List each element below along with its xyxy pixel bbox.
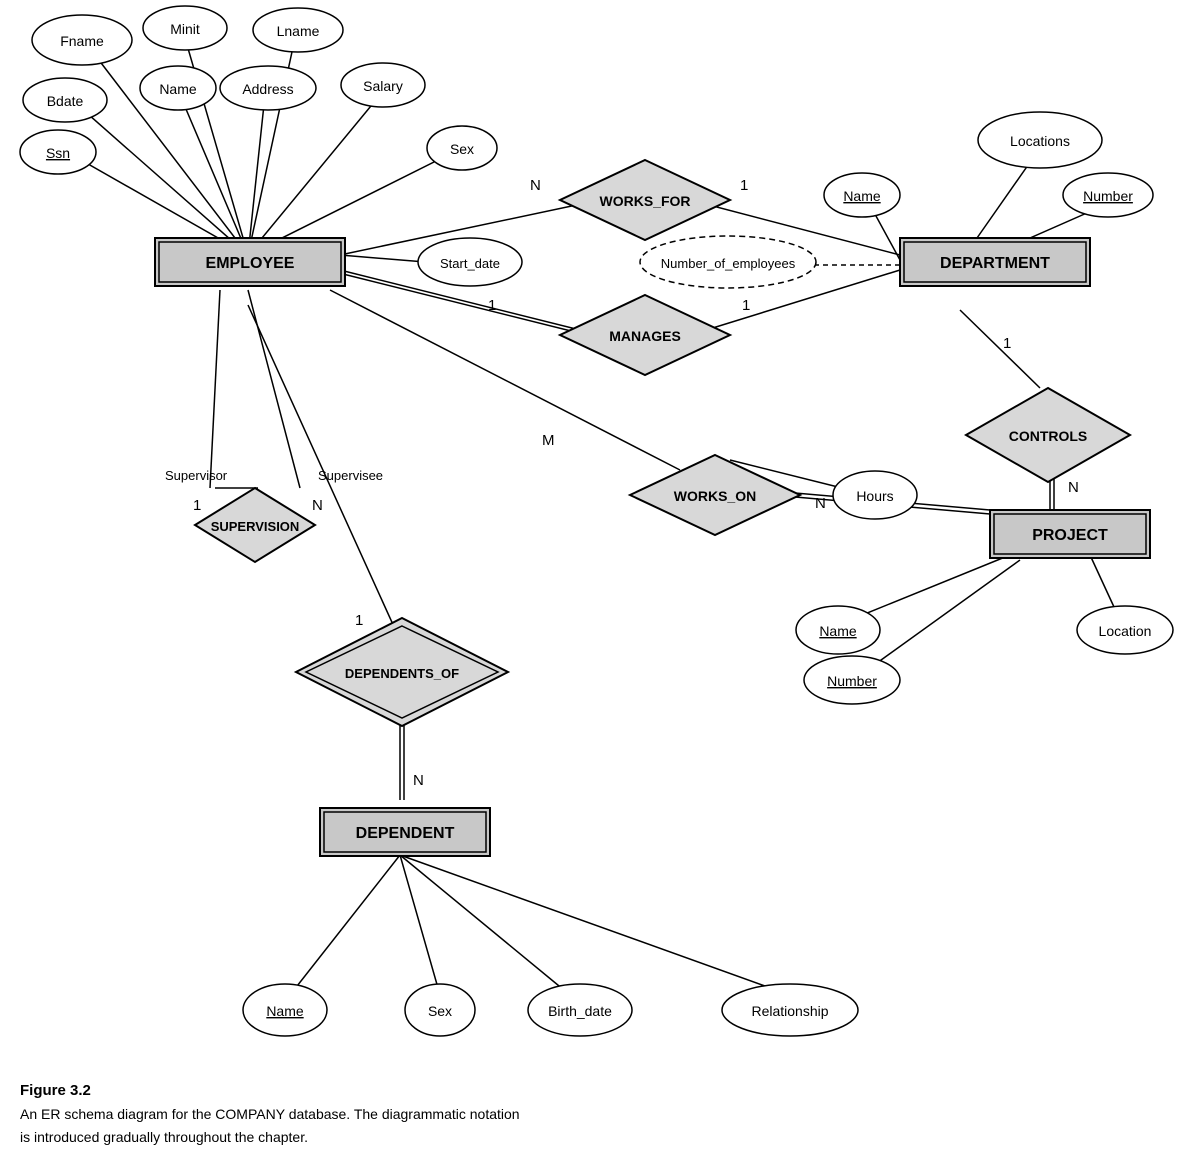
attr-sex-emp: Sex — [450, 141, 474, 157]
attr-fname: Fname — [60, 33, 104, 49]
card-works-for-n: N — [530, 177, 541, 194]
attr-name-emp: Name — [159, 81, 197, 97]
rel-dependents-of: DEPENDENTS_OF — [345, 666, 459, 681]
label-supervisor: Supervisor — [165, 468, 228, 483]
card-manages-1b: 1 — [742, 297, 750, 314]
attr-proj-number: Number — [827, 673, 877, 689]
label-supervisee: Supervisee — [318, 468, 383, 483]
card-controls-1: 1 — [1003, 335, 1011, 352]
er-diagram-container: EMPLOYEE DEPARTMENT PROJECT DEPENDENT WO… — [0, 0, 1201, 1090]
rel-works-on: WORKS_ON — [674, 488, 756, 504]
attr-lname: Lname — [277, 23, 320, 39]
attr-num-employees: Number_of_employees — [661, 256, 796, 271]
attr-dep-sex: Sex — [428, 1003, 452, 1019]
entity-dependent: DEPENDENT — [356, 825, 455, 842]
attr-birth-date: Birth_date — [548, 1003, 612, 1019]
rel-controls: CONTROLS — [1009, 428, 1088, 444]
attr-start-date: Start_date — [440, 256, 500, 271]
attr-ssn: Ssn — [46, 145, 70, 161]
entity-department: DEPARTMENT — [940, 255, 1050, 272]
card-works-for-1: 1 — [740, 177, 748, 194]
attr-hours: Hours — [856, 488, 893, 504]
card-works-on-n: N — [815, 495, 826, 512]
figure-title: Figure 3.2 — [20, 1082, 91, 1099]
attr-proj-name: Name — [819, 623, 857, 639]
figure-caption: Figure 3.2 An ER schema diagram for the … — [20, 1079, 520, 1148]
caption-line2: is introduced gradually throughout the c… — [20, 1129, 308, 1145]
attr-bdate: Bdate — [47, 93, 84, 109]
attr-relationship: Relationship — [751, 1003, 828, 1019]
card-works-on-m: M — [542, 432, 555, 449]
card-dependents-of-n: N — [413, 772, 424, 789]
entity-employee: EMPLOYEE — [206, 255, 295, 272]
rel-supervision: SUPERVISION — [211, 519, 300, 534]
rel-manages: MANAGES — [609, 328, 681, 344]
attr-minit: Minit — [170, 21, 200, 37]
attr-address: Address — [242, 81, 293, 97]
attr-salary: Salary — [363, 78, 403, 94]
er-diagram-svg: EMPLOYEE DEPARTMENT PROJECT DEPENDENT WO… — [0, 0, 1201, 1090]
entity-project: PROJECT — [1032, 527, 1108, 544]
card-dependents-of-1: 1 — [355, 612, 363, 629]
card-manages-1a: 1 — [488, 297, 496, 314]
caption-line1: An ER schema diagram for the COMPANY dat… — [20, 1106, 520, 1122]
attr-location: Location — [1099, 623, 1152, 639]
attr-locations: Locations — [1010, 133, 1070, 149]
attr-dept-number: Number — [1083, 188, 1133, 204]
attr-dep-name: Name — [266, 1003, 304, 1019]
card-supervision-1: 1 — [193, 497, 201, 514]
attr-dept-name: Name — [843, 188, 881, 204]
card-supervision-n: N — [312, 497, 323, 514]
rel-works-for: WORKS_FOR — [600, 193, 691, 209]
card-controls-n: N — [1068, 479, 1079, 496]
